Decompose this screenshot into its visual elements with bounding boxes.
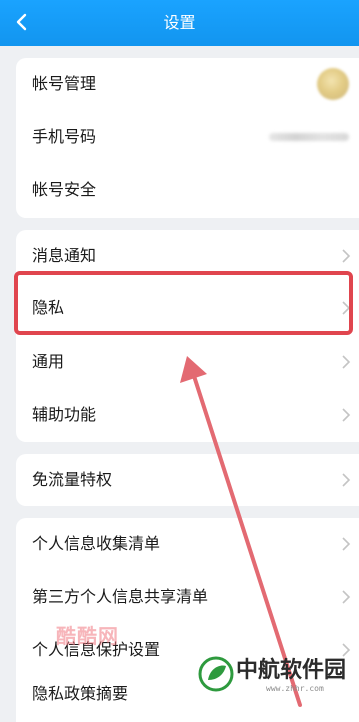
page-title: 设置	[163, 13, 196, 32]
chevron-right-icon	[342, 408, 351, 422]
settings-item-label: 帐号安全	[32, 180, 97, 199]
settings-item-general[interactable]: 通用	[16, 336, 359, 388]
settings-item-label: 第三方个人信息共享清单	[32, 587, 209, 606]
settings-item-label: 免流量特权	[32, 470, 113, 489]
settings-item-label: 帐号管理	[32, 74, 97, 93]
settings-item-third-party-sharing-list[interactable]: 第三方个人信息共享清单	[16, 571, 359, 623]
chevron-right-icon	[342, 473, 351, 487]
logo-domain: www.zhhr.com	[266, 684, 324, 693]
chevron-right-icon	[342, 537, 351, 551]
watermark-text: 酷酷网	[56, 624, 119, 648]
site-logo-watermark: 中航软件园 www.zhhr.com	[196, 652, 356, 718]
settings-item-accessibility[interactable]: 辅助功能	[16, 389, 359, 441]
settings-item-label: 个人信息收集清单	[32, 534, 161, 553]
chevron-right-icon	[342, 249, 351, 263]
data-plan-section: 免流量特权	[16, 454, 359, 506]
settings-item-phone-number[interactable]: 手机号码	[16, 111, 359, 163]
settings-item-free-data[interactable]: 免流量特权	[16, 454, 359, 506]
settings-item-info-collection-list[interactable]: 个人信息收集清单	[16, 518, 359, 570]
chevron-right-icon	[342, 590, 351, 604]
title-bar: 设置	[0, 0, 359, 46]
general-section: 消息通知 隐私 通用 辅助功能	[16, 230, 359, 442]
leaf-logo-icon	[198, 656, 234, 692]
settings-item-label: 手机号码	[32, 127, 97, 146]
avatar	[317, 68, 349, 100]
settings-item-account-management[interactable]: 帐号管理	[16, 58, 359, 110]
settings-item-label: 辅助功能	[32, 405, 97, 424]
settings-item-label: 通用	[32, 352, 65, 371]
chevron-right-icon	[342, 355, 351, 369]
privacy-highlight-box	[14, 271, 353, 335]
phone-number-value	[269, 133, 349, 141]
settings-item-account-security[interactable]: 帐号安全	[16, 164, 359, 216]
settings-item-label: 隐私政策摘要	[32, 684, 129, 703]
logo-text: 中航软件园	[236, 658, 347, 683]
account-section: 帐号管理 手机号码 帐号安全	[16, 58, 359, 218]
